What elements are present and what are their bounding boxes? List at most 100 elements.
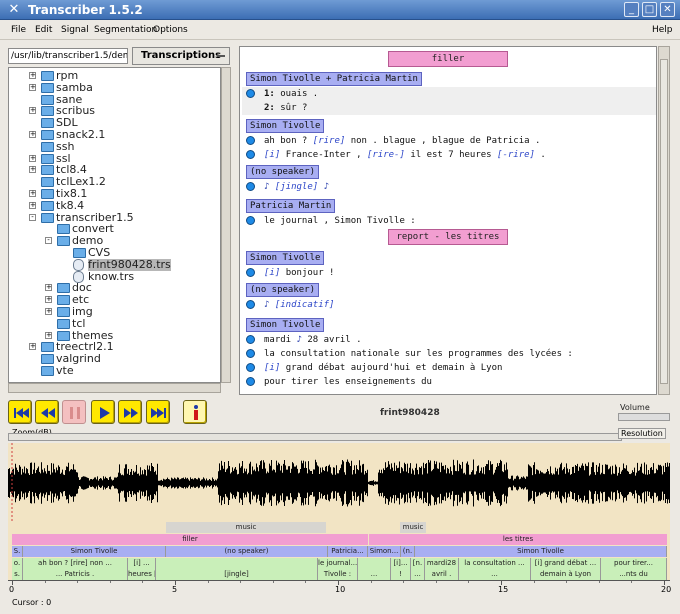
segment-label[interactable]: ...nts du — [601, 569, 667, 580]
tree-item[interactable]: + rpm — [9, 70, 209, 82]
minimize-button[interactable]: _ — [624, 2, 639, 17]
resolution-button[interactable]: Resolution — [618, 428, 666, 439]
music-band[interactable]: music — [166, 522, 326, 533]
rewind-button[interactable] — [35, 400, 59, 424]
tree-item[interactable]: + treectrl2.1 — [9, 341, 209, 353]
rewind-fast-button[interactable] — [8, 400, 32, 424]
maximize-button[interactable]: □ — [642, 2, 657, 17]
transcriptions-dropdown[interactable]: Transcriptions — [132, 47, 230, 65]
close-button[interactable]: ✕ — [660, 2, 675, 17]
expand-icon[interactable]: + — [29, 131, 36, 138]
collapse-icon[interactable]: - — [45, 237, 52, 245]
segment-label[interactable]: (no speaker) — [166, 546, 328, 557]
segment-band[interactable]: s.... Patricis .heures [-rire] .[jingle]… — [12, 569, 667, 580]
tree-item[interactable]: + tcl8.4 — [9, 164, 209, 176]
tree-item[interactable]: sane — [9, 93, 209, 106]
segment-label[interactable]: heures [-rire] . — [128, 569, 156, 580]
segment-label[interactable]: le journal... — [318, 558, 358, 569]
collapse-icon[interactable]: - — [29, 213, 36, 221]
segment-label[interactable]: avril . — [425, 569, 459, 580]
expand-icon[interactable]: + — [45, 284, 52, 292]
segment-label[interactable]: Simon Tivolle — [415, 546, 667, 557]
expand-icon[interactable]: + — [45, 331, 52, 339]
tree-item[interactable]: convert — [9, 223, 209, 235]
menu-options[interactable]: Options — [153, 25, 188, 35]
tree-item[interactable]: + etc — [9, 294, 209, 306]
forward-fast-button[interactable] — [146, 400, 170, 424]
segment-label[interactable] — [358, 558, 391, 569]
expand-icon[interactable]: + — [45, 296, 52, 304]
expand-icon[interactable]: + — [29, 83, 36, 91]
menu-help[interactable]: Help — [652, 25, 673, 35]
segment-dot[interactable] — [246, 136, 255, 145]
speaker-turn-5[interactable]: Simon Tivolle — [246, 251, 325, 265]
editor-scrollbar[interactable] — [658, 46, 670, 395]
tree-item[interactable]: frint980428.trs — [9, 258, 209, 271]
transcription-editor[interactable]: filler Simon Tivolle + Patricia Martin 1… — [239, 46, 657, 395]
tree-item[interactable]: + ssl — [9, 152, 209, 165]
segment-label[interactable]: (n. — [401, 546, 415, 557]
tree-vertical-scrollbar[interactable] — [221, 67, 231, 383]
segment-label[interactable]: Simon Tivolle — [23, 546, 166, 557]
tree-item[interactable]: + tk8.4 — [9, 199, 209, 212]
tree-item[interactable]: vte — [9, 365, 209, 377]
segment-label[interactable]: Simon... — [368, 546, 401, 557]
info-button[interactable] — [183, 400, 207, 424]
app-icon[interactable]: ✕ — [6, 2, 22, 18]
segment-dot[interactable] — [246, 268, 255, 277]
tree-item[interactable]: + samba — [9, 81, 209, 94]
segment-dot[interactable] — [246, 182, 255, 191]
menu-edit[interactable]: Edit — [35, 25, 52, 35]
segment-band[interactable]: o. ah bon ? [rire] non ... [i] ... le journ… — [12, 558, 667, 569]
expand-icon[interactable]: + — [29, 72, 36, 79]
file-tree[interactable]: + rpm + samba sane + scribus SDL + snack2.1 ssh + ss… — [8, 67, 221, 383]
topic-report[interactable]: report - les titres — [388, 229, 508, 245]
tree-item[interactable]: valgrind — [9, 353, 209, 365]
tree-item[interactable]: + img — [9, 306, 209, 318]
music-band[interactable]: music — [400, 522, 426, 533]
segment-label[interactable]: ... — [411, 569, 425, 580]
expand-icon[interactable]: + — [29, 190, 36, 197]
tree-item[interactable]: tclLex1.2 — [9, 176, 209, 188]
segment-label[interactable]: pour tirer... — [601, 558, 667, 569]
speaker-turn-1[interactable]: Simon Tivolle + Patricia Martin — [246, 72, 422, 86]
segment-label[interactable]: [jingle] — [156, 569, 318, 580]
speaker-turn-7[interactable]: Simon Tivolle — [246, 318, 325, 332]
tree-item[interactable]: + doc — [9, 282, 209, 294]
speaker-band[interactable]: S. Simon Tivolle (no speaker) Patricia... Si… — [12, 546, 667, 557]
segment-label[interactable]: [i] ... — [128, 558, 156, 569]
menu-file[interactable]: File — [11, 25, 26, 35]
segment-label[interactable]: ah bon ? [rire] non ... — [23, 558, 128, 569]
segment-dot[interactable] — [246, 89, 255, 98]
segment-dot[interactable] — [246, 377, 255, 386]
segment-label[interactable]: [n. — [411, 558, 425, 569]
volume-slider[interactable] — [618, 413, 670, 421]
segment-label[interactable]: s. — [12, 569, 23, 580]
segment-dot[interactable] — [246, 335, 255, 344]
speaker-turn-3[interactable]: (no speaker) — [246, 165, 320, 179]
topic-filler[interactable]: filler — [388, 51, 508, 67]
tree-item[interactable]: tcl — [9, 317, 209, 330]
segment-label[interactable]: ... — [459, 569, 531, 580]
menu-signal[interactable]: Signal — [61, 25, 89, 35]
speaker-turn-6[interactable]: (no speaker) — [246, 283, 320, 297]
segment-label[interactable]: [i] grand débat ... — [531, 558, 601, 569]
segment-label[interactable]: demain à Lyon — [531, 569, 601, 580]
tree-item[interactable]: ssh — [9, 140, 209, 153]
segment-dot[interactable] — [246, 363, 255, 372]
segment-dot[interactable] — [246, 349, 255, 358]
expand-icon[interactable]: + — [45, 308, 52, 315]
scrollbar-thumb[interactable] — [660, 59, 668, 384]
forward-button[interactable] — [118, 400, 142, 424]
topic-band[interactable]: filler — [12, 534, 368, 545]
segment-label[interactable]: ! — [391, 569, 411, 580]
tree-item[interactable]: + scribus — [9, 105, 209, 117]
expand-icon[interactable]: + — [29, 154, 36, 162]
segment-label[interactable]: la consultation ... — [459, 558, 531, 569]
segment-label[interactable]: mardi28 — [425, 558, 459, 569]
segment-label[interactable]: Tivolle : — [318, 569, 358, 580]
pause-button[interactable] — [62, 400, 86, 424]
menu-segmentation[interactable]: Segmentation — [94, 25, 157, 35]
tree-item[interactable]: SDL — [9, 117, 209, 129]
zoom-scrollbar[interactable] — [8, 433, 622, 441]
